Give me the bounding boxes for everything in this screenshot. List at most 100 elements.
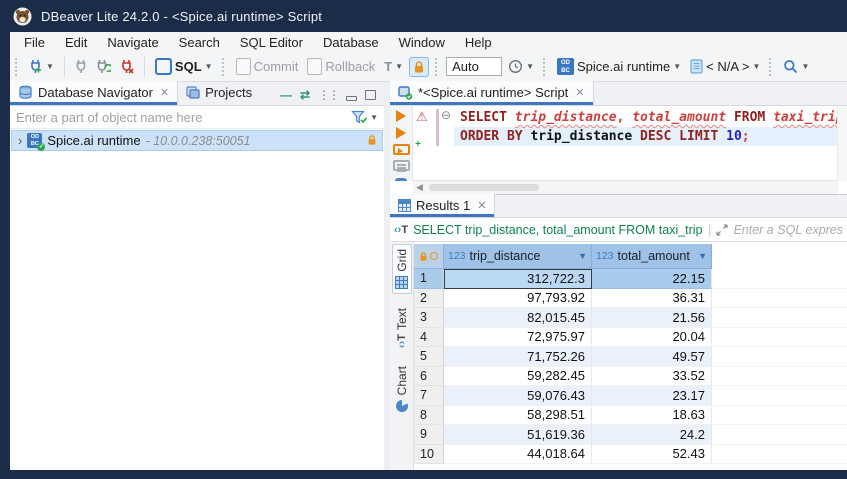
sql-editor-button[interactable]: SQL ▼ (152, 56, 216, 77)
cell-total-amount[interactable]: 18.63 (592, 406, 712, 426)
tab-projects[interactable]: Projects (178, 81, 260, 105)
results-filter-bar[interactable]: ‹›T SELECT trip_distance, total_amount F… (390, 218, 847, 242)
table-row[interactable]: 951,619.3624.2 (414, 425, 847, 445)
object-filter-input[interactable] (10, 106, 351, 128)
tab-sql-script[interactable]: *<Spice.ai runtime> Script ✕ (390, 81, 594, 105)
execute-script-icon[interactable] (393, 144, 410, 155)
view-tab-grid[interactable]: Grid (392, 244, 412, 294)
minimize-view-icon[interactable] (346, 96, 357, 101)
maximize-view-icon[interactable] (365, 90, 376, 100)
menu-sql-editor[interactable]: SQL Editor (230, 33, 313, 52)
expand-filter-icon[interactable] (716, 224, 728, 236)
cell-trip-distance[interactable]: 72,975.97 (444, 328, 592, 348)
table-row[interactable]: 1312,722.322.15 (414, 269, 847, 289)
data-grid[interactable]: 123 trip_distance ▼ 123 total_amount ▼ 1… (414, 244, 847, 470)
table-row[interactable]: 297,793.9236.31 (414, 289, 847, 309)
sql-code[interactable]: SELECT trip_distance, total_amount FROM … (454, 108, 838, 146)
cell-trip-distance[interactable]: 312,722.3 (444, 269, 592, 289)
table-row[interactable]: 659,282.4533.52 (414, 367, 847, 387)
cell-total-amount[interactable]: 52.43 (592, 445, 712, 465)
cell-trip-distance[interactable]: 82,015.45 (444, 308, 592, 328)
commit-button[interactable]: Commit (233, 56, 302, 77)
connection-tree-item[interactable]: › OD BC ✓ Spice.ai runtime - 10.0.0.238:… (11, 130, 383, 151)
cell-total-amount[interactable]: 20.04 (592, 328, 712, 348)
transaction-log-button[interactable]: ▼ (505, 57, 537, 76)
tab-database-navigator[interactable]: Database Navigator ✕ (10, 81, 178, 105)
commit-mode-combo[interactable]: Auto (446, 57, 502, 76)
row-number[interactable]: 10 (414, 445, 444, 465)
row-number[interactable]: 1 (414, 269, 444, 289)
menu-navigate[interactable]: Navigate (97, 33, 168, 52)
new-connection-caret[interactable]: ▼ (46, 62, 54, 71)
cell-trip-distance[interactable]: 71,752.26 (444, 347, 592, 367)
table-row[interactable]: 858,298.5118.63 (414, 406, 847, 426)
cell-total-amount[interactable]: 22.15 (592, 269, 712, 289)
active-schema-caret[interactable]: ▼ (753, 62, 761, 71)
editor-vertical-scrollbar[interactable] (837, 106, 847, 181)
reconnect-button[interactable] (93, 57, 114, 77)
tab-sql-script-close-icon[interactable]: ✕ (575, 86, 584, 99)
cell-trip-distance[interactable]: 97,793.92 (444, 289, 592, 309)
code-line-1[interactable]: SELECT trip_distance, total_amount FROM … (454, 108, 838, 127)
active-connection-caret[interactable]: ▼ (673, 62, 681, 71)
transaction-caret[interactable]: ▼ (395, 62, 403, 71)
cell-trip-distance[interactable]: 51,619.36 (444, 425, 592, 445)
row-number[interactable]: 6 (414, 367, 444, 387)
row-number[interactable]: 9 (414, 425, 444, 445)
expand-chevron-icon[interactable]: › (18, 133, 22, 148)
sql-editor-body[interactable]: + ⚠ ⊖ SELECT trip_distance, total_amount… (390, 106, 847, 194)
cell-total-amount[interactable]: 24.2 (592, 425, 712, 445)
menu-file[interactable]: File (14, 33, 55, 52)
cell-total-amount[interactable]: 23.17 (592, 386, 712, 406)
table-row[interactable]: 382,015.4521.56 (414, 308, 847, 328)
sql-editor-caret[interactable]: ▼ (205, 62, 213, 71)
menu-edit[interactable]: Edit (55, 33, 97, 52)
tab-results-1[interactable]: Results 1 ✕ (390, 194, 495, 217)
transaction-log-caret[interactable]: ▼ (526, 62, 534, 71)
script-icon[interactable] (393, 160, 410, 171)
new-connection-button[interactable]: ▼ (26, 57, 57, 77)
view-tab-text[interactable]: Text ‹›T (393, 304, 411, 352)
column-header-total-amount[interactable]: 123 total_amount ▼ (592, 244, 712, 269)
menu-search[interactable]: Search (169, 33, 230, 52)
cell-trip-distance[interactable]: 59,282.45 (444, 367, 592, 387)
row-number[interactable]: 7 (414, 386, 444, 406)
menu-help[interactable]: Help (455, 33, 502, 52)
view-tab-chart[interactable]: Chart (393, 362, 411, 417)
sql-expression-placeholder[interactable]: Enter a SQL expression to (733, 223, 843, 237)
rollback-button[interactable]: Rollback (304, 56, 378, 77)
sort-indicator-icon[interactable]: ▼ (698, 251, 707, 261)
execute-new-tab-icon[interactable]: + (396, 127, 406, 139)
editor-horizontal-scrollbar[interactable]: ◀ (413, 180, 838, 194)
menu-database[interactable]: Database (313, 33, 389, 52)
disconnect-button[interactable] (117, 57, 137, 77)
filter-funnel-icon[interactable] (351, 110, 368, 125)
cell-total-amount[interactable]: 49.57 (592, 347, 712, 367)
cell-trip-distance[interactable]: 58,298.51 (444, 406, 592, 426)
table-row[interactable]: 472,975.9720.04 (414, 328, 847, 348)
row-number[interactable]: 3 (414, 308, 444, 328)
cell-trip-distance[interactable]: 44,018.64 (444, 445, 592, 465)
active-schema-selector[interactable]: < N/A > ▼ (687, 57, 763, 76)
sort-indicator-icon[interactable]: ▼ (578, 251, 587, 261)
row-number[interactable]: 4 (414, 328, 444, 348)
cell-total-amount[interactable]: 21.56 (592, 308, 712, 328)
tab-results-1-close-icon[interactable]: ✕ (477, 199, 486, 212)
table-row[interactable]: 1044,018.6452.43 (414, 445, 847, 465)
column-header-trip-distance[interactable]: 123 trip_distance ▼ (444, 244, 592, 269)
transaction-mode-button[interactable]: T ▼ (381, 57, 406, 76)
collapse-all-icon[interactable]: — (280, 89, 292, 101)
search-button[interactable]: ▼ (780, 57, 812, 76)
view-menu-icon[interactable]: ⋮⋮ (318, 89, 338, 101)
link-with-editor-icon[interactable]: ⇄ (300, 89, 310, 101)
execute-statement-icon[interactable] (396, 110, 406, 122)
search-caret[interactable]: ▼ (801, 62, 809, 71)
autocommit-lock-toggle[interactable] (409, 57, 429, 77)
active-connection-selector[interactable]: OD BC Spice.ai runtime ▼ (554, 56, 684, 77)
row-number[interactable]: 2 (414, 289, 444, 309)
scroll-thumb[interactable] (429, 184, 539, 191)
table-row[interactable]: 571,752.2649.57 (414, 347, 847, 367)
cell-total-amount[interactable]: 36.31 (592, 289, 712, 309)
cell-trip-distance[interactable]: 59,076.43 (444, 386, 592, 406)
filter-menu-caret[interactable]: ▼ (370, 113, 378, 122)
